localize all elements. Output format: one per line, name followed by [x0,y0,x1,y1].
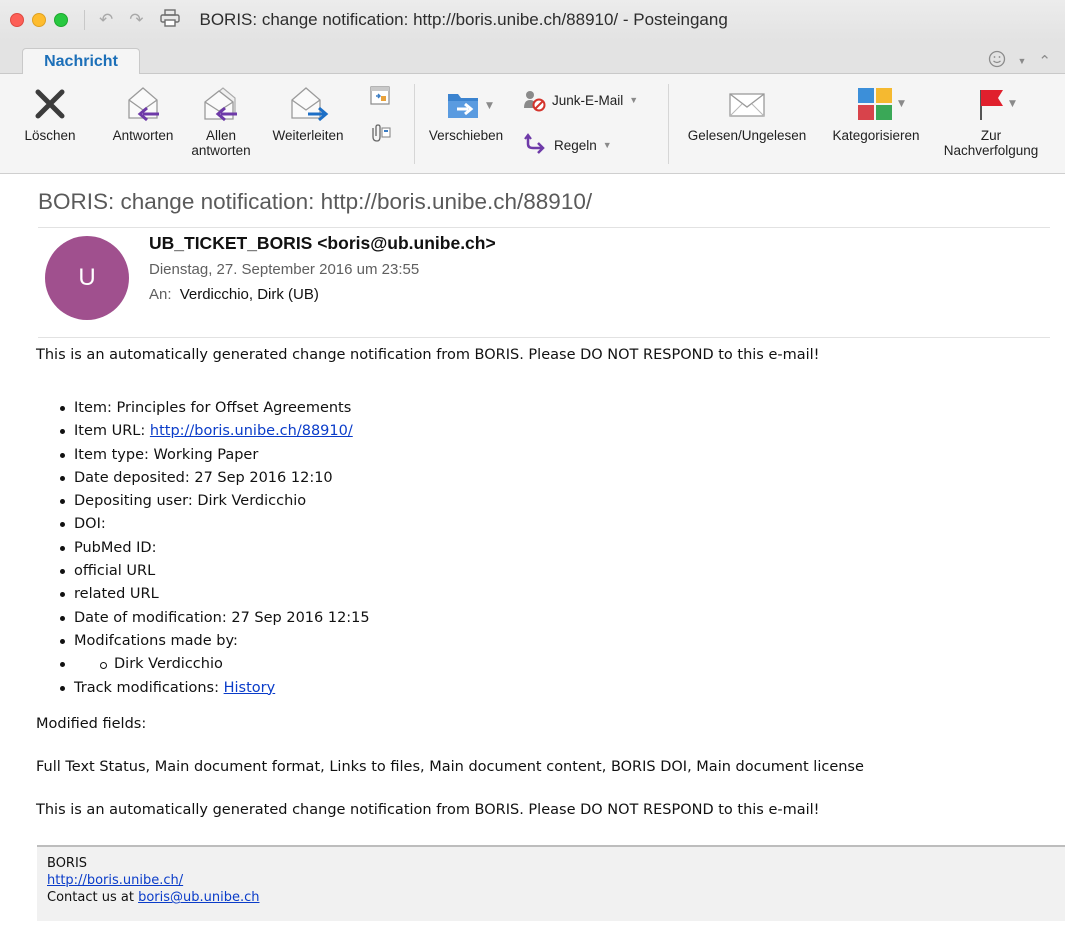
message-date: Dienstag, 27. September 2016 um 23:55 [149,261,420,278]
follow-up-button[interactable]: ▼ Zur Nachverfolgung [932,84,1050,158]
titlebar-divider [84,10,85,30]
reply-all-envelope-icon [204,87,237,122]
list-item: PubMed ID: [60,537,370,560]
svg-text:▼: ▼ [898,99,905,109]
list-item: related URL [60,583,370,606]
close-window-button[interactable] [10,13,24,27]
footer-name: BORIS [47,856,88,871]
list-item: official URL [60,560,370,583]
redo-icon[interactable]: ↷ [129,10,143,30]
junk-mail-icon [524,91,546,112]
window-title: BORIS: change notification: http://boris… [199,10,728,29]
flag-icon: ▼ [980,90,1016,120]
modifier-list: Dirk Verdicchio [100,653,370,676]
window-controls [10,13,68,27]
ribbon-tab-row: Nachricht ▼ ⌃ [0,40,1065,75]
rules-chevron-down-icon: ▼ [602,140,612,150]
attachment-icon[interactable] [368,122,392,144]
minimize-window-button[interactable] [32,13,46,27]
read-unread-button[interactable]: Gelesen/Ungelesen [676,84,818,143]
print-icon[interactable] [159,8,180,32]
history-link[interactable]: History [224,680,276,696]
reply-button[interactable]: Antworten [104,84,182,143]
list-item: Item type: Working Paper [60,444,370,467]
zoom-window-button[interactable] [54,13,68,27]
rules-icon [524,133,545,154]
categories-grid-icon: ▼ [858,88,905,120]
list-item: Item URL: http://boris.unibe.ch/88910/ [60,420,370,443]
more-respond-actions [358,84,402,144]
outro-text: This is an automatically generated chang… [36,802,820,818]
message-subject: BORIS: change notification: http://boris… [38,189,593,214]
footer-url-link[interactable]: http://boris.unibe.ch/ [47,873,183,888]
sender-name[interactable]: UB_TICKET_BORIS <boris@ub.unibe.ch> [149,233,496,254]
recipient-label: An: [149,286,172,303]
recipient-name[interactable]: Verdicchio, Dirk (UB) [180,286,319,303]
forward-envelope-icon [291,87,329,122]
svg-text:▼: ▼ [486,101,493,111]
smiley-feedback-icon[interactable] [988,50,1006,72]
header-divider [38,337,1050,338]
delete-button[interactable]: Löschen [14,84,86,143]
ribbon-divider [668,84,669,164]
item-url-link[interactable]: http://boris.unibe.ch/88910/ [150,423,353,439]
delete-x-icon [35,89,65,119]
list-item: Date of modification: 27 Sep 2016 12:15 [60,607,370,630]
tab-nachricht[interactable]: Nachricht [22,48,140,75]
recipient-line: An: Verdicchio, Dirk (UB) [149,286,319,303]
footer-email-link[interactable]: boris@ub.unibe.ch [138,890,259,905]
modified-fields-label: Modified fields: [36,716,147,732]
move-button[interactable]: ▼ Verschieben [418,84,514,143]
envelope-icon [729,93,765,117]
title-bar: ↶ ↷ BORIS: change notification: http://b… [0,0,1065,40]
ribbon-toolbar: Löschen Antworten Allen antworten Weiter… [0,74,1065,174]
junk-chevron-down-icon: ▼ [629,95,639,105]
move-folder-icon: ▼ [448,94,493,118]
list-item: Track modifications: History [60,677,370,700]
intro-text: This is an automatically generated chang… [36,347,820,363]
junk-mail-button[interactable]: Junk-E-Mail ▼ [522,88,638,112]
sub-list-container: Dirk Verdicchio [60,653,370,676]
modified-fields-text: Full Text Status, Main document format, … [36,759,864,775]
message-view: BORIS: change notification: http://boris… [0,175,1065,935]
list-item: Modifcations made by: [60,630,370,653]
header-divider [38,227,1050,228]
list-item: Date deposited: 27 Sep 2016 12:10 [60,467,370,490]
list-item: DOI: [60,513,370,536]
meeting-icon[interactable] [368,84,392,108]
svg-text:▼: ▼ [1009,99,1016,109]
signature-footer: BORIS http://boris.unibe.ch/ Contact us … [37,845,1065,921]
sender-avatar: U [45,236,129,320]
chevron-down-icon[interactable]: ▼ [1018,56,1027,66]
categorize-button[interactable]: ▼ Kategorisieren [822,84,930,143]
forward-button[interactable]: Weiterleiten [262,84,354,143]
ribbon-divider [414,84,415,164]
list-item: Depositing user: Dirk Verdicchio [60,490,370,513]
list-item: Dirk Verdicchio [100,653,370,676]
reply-envelope-icon [128,87,159,122]
reply-all-button[interactable]: Allen antworten [188,84,254,158]
list-item: Item: Principles for Offset Agreements [60,397,370,420]
undo-icon[interactable]: ↶ [99,10,113,30]
rules-button[interactable]: Regeln ▼ [522,132,612,158]
collapse-ribbon-icon[interactable]: ⌃ [1038,52,1051,70]
details-list: Item: Principles for Offset Agreements I… [60,397,370,700]
